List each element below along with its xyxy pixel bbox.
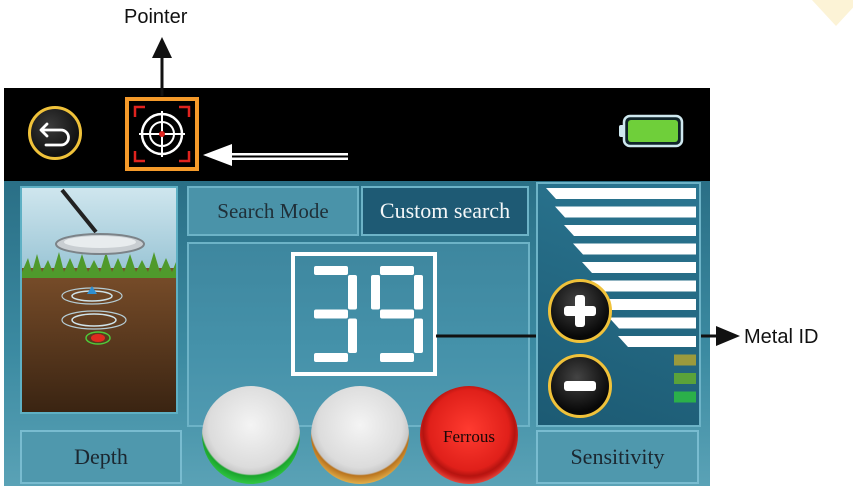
pointer-arrow-head [152, 37, 172, 58]
sensitivity-bar-8 [609, 317, 696, 329]
sensitivity-bar-9 [618, 336, 696, 347]
digit-2-segment-f [371, 275, 380, 310]
sensitivity-minus-button[interactable] [548, 354, 612, 418]
sensitivity-plus-button[interactable] [548, 279, 612, 343]
sensitivity-bar-4 [573, 243, 696, 255]
search-mode-label: Search Mode [187, 186, 359, 236]
sensitivity-bar-10 [674, 354, 696, 366]
sensitivity-bar-12 [674, 391, 696, 403]
digit-2-segment-a [380, 266, 414, 275]
sensitivity-bar-1 [546, 188, 696, 199]
digit-1-segment-d [314, 353, 348, 362]
digit-2-segment-g [380, 309, 414, 319]
sensitivity-button[interactable]: Sensitivity [536, 430, 699, 484]
left-arrow-line-top [230, 153, 348, 156]
depth-button[interactable]: Depth [20, 430, 182, 484]
green-discrimination-button[interactable] [202, 386, 300, 484]
digit-1-segment-b [348, 275, 357, 310]
gold-discrimination-button[interactable] [311, 386, 409, 484]
minus-icon [564, 381, 596, 391]
digit-2-segment-d [380, 353, 414, 362]
sensitivity-bar-5 [582, 262, 696, 273]
metal-id-seven-segment [314, 266, 423, 362]
left-arrow-head [203, 144, 232, 166]
sensitivity-bar-7 [600, 299, 696, 310]
digit-2-segment-b [414, 275, 423, 310]
digit-1-segment-a [314, 266, 348, 275]
depth-illustration [20, 186, 178, 414]
custom-search-button[interactable]: Custom search [361, 186, 529, 236]
ferrous-label: Ferrous [443, 427, 495, 446]
digit-2-segment-c [414, 318, 423, 353]
plus-icon [564, 295, 596, 327]
sensitivity-bar-11 [674, 373, 696, 384]
digit-1-segment-c [348, 318, 357, 353]
digit-1-segment-g [314, 309, 348, 319]
sensitivity-bar-3 [564, 225, 696, 236]
left-arrow-line-bottom [230, 157, 348, 160]
ferrous-discrimination-button[interactable]: Ferrous [420, 386, 518, 484]
sensitivity-bar-2 [555, 206, 696, 218]
metal-id-display [291, 252, 437, 376]
